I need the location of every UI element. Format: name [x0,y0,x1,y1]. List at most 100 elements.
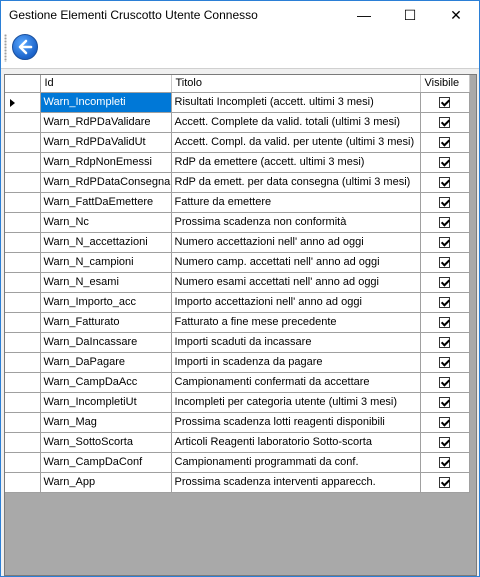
table-row[interactable]: Warn_CampDaAcc Campionamenti confermati d… [5,372,470,393]
cell-titolo[interactable]: Campionamenti confermati da accettare [171,372,421,393]
cell-titolo[interactable]: Fatture da emettere [171,192,421,213]
cell-titolo[interactable]: Numero esami accettati nell' anno ad ogg… [171,272,421,293]
table-row[interactable]: Warn_Nc Prossima scadenza non conformità [5,212,470,233]
column-header-titolo[interactable]: Titolo [171,75,421,93]
table-row[interactable]: Warn_Mag Prossima scadenza lotti reagenti… [5,412,470,433]
cell-id[interactable]: Warn_Mag [40,412,172,433]
cell-id[interactable]: Warn_SottoScorta [40,432,172,453]
visibile-checkbox[interactable] [439,236,450,248]
cell-titolo[interactable]: Importi in scadenza da pagare [171,352,421,373]
column-header-visibile[interactable]: Visibile [420,75,470,93]
cell-id[interactable]: Warn_DaPagare [40,352,172,373]
row-header[interactable] [5,372,41,393]
row-header[interactable] [5,472,41,493]
table-row[interactable]: Warn_RdpNonEmessi RdP da emettere (accett… [5,152,470,173]
row-header[interactable] [5,352,41,373]
visibile-checkbox[interactable] [439,396,450,408]
cell-id[interactable]: Warn_RdPDaValidare [40,112,172,133]
visibile-checkbox[interactable] [439,296,450,308]
visibile-checkbox[interactable] [439,176,450,188]
visibile-checkbox[interactable] [439,376,450,388]
cell-titolo[interactable]: Campionamenti programmati da conf. [171,452,421,473]
row-header[interactable] [5,132,41,153]
minimize-button[interactable]: — [341,1,387,29]
visibile-checkbox[interactable] [439,456,450,468]
table-row[interactable]: Warn_DaIncassare Importi scaduti da incas… [5,332,470,353]
table-row[interactable]: Warn_RdPDaValidare Accett. Complete da va… [5,112,470,133]
cell-titolo[interactable]: Prossima scadenza lotti reagenti disponi… [171,412,421,433]
cell-id[interactable]: Warn_N_accettazioni [40,232,172,253]
cell-titolo[interactable]: Numero camp. accettati nell' anno ad ogg… [171,252,421,273]
row-header[interactable] [5,152,41,173]
cell-id[interactable]: Warn_DaIncassare [40,332,172,353]
cell-id[interactable]: Warn_RdpNonEmessi [40,152,172,173]
column-header-id[interactable]: Id [40,75,172,93]
cell-titolo[interactable]: Incompleti per categoria utente (ultimi … [171,392,421,413]
row-header[interactable] [5,332,41,353]
visibile-checkbox[interactable] [439,156,450,168]
table-row[interactable]: Warn_N_esami Numero esami accettati nell'… [5,272,470,293]
row-header[interactable] [5,212,41,233]
cell-titolo[interactable]: Fatturato a fine mese precedente [171,312,421,333]
row-header[interactable] [5,412,41,433]
visibile-checkbox[interactable] [439,476,450,488]
table-row[interactable]: Warn_N_accettazioni Numero accettazioni n… [5,232,470,253]
cell-id[interactable]: Warn_RdPDataConsegna [40,172,172,193]
row-header[interactable] [5,292,41,313]
row-header[interactable] [5,312,41,333]
back-button[interactable] [12,34,38,60]
row-header[interactable] [5,432,41,453]
row-header[interactable] [5,452,41,473]
title-bar[interactable]: Gestione Elementi Cruscotto Utente Conne… [1,1,479,29]
row-header[interactable] [5,112,41,133]
cell-titolo[interactable]: Accett. Compl. da valid. per utente (ult… [171,132,421,153]
cell-id[interactable]: Warn_Nc [40,212,172,233]
visibile-checkbox[interactable] [439,116,450,128]
cell-id[interactable]: Warn_CampDaAcc [40,372,172,393]
cell-titolo[interactable]: RdP da emett. per data consegna (ultimi … [171,172,421,193]
cell-titolo[interactable]: Importi scaduti da incassare [171,332,421,353]
cell-id[interactable]: Warn_App [40,472,172,493]
row-header[interactable] [5,172,41,193]
cell-titolo[interactable]: Articoli Reagenti laboratorio Sotto-scor… [171,432,421,453]
table-row[interactable]: Warn_CampDaConf Campionamenti programmati… [5,452,470,473]
visibile-checkbox[interactable] [439,436,450,448]
visibile-checkbox[interactable] [439,356,450,368]
cell-titolo[interactable]: Risultati Incompleti (accett. ultimi 3 m… [171,92,421,113]
row-header[interactable] [5,92,41,113]
table-row[interactable]: Warn_Fatturato Fatturato a fine mese prec… [5,312,470,333]
table-row[interactable]: Warn_FattDaEmettere Fatture da emettere [5,192,470,213]
table-row[interactable]: Warn_SottoScorta Articoli Reagenti labora… [5,432,470,453]
cell-titolo[interactable]: Prossima scadenza interventi apparecch. [171,472,421,493]
cell-titolo[interactable]: RdP da emettere (accett. ultimi 3 mesi) [171,152,421,173]
visibile-checkbox[interactable] [439,256,450,268]
visibile-checkbox[interactable] [439,216,450,228]
table-row[interactable]: Warn_DaPagare Importi in scadenza da paga… [5,352,470,373]
row-header[interactable] [5,192,41,213]
table-row[interactable]: Warn_RdPDaValidUt Accett. Compl. da valid… [5,132,470,153]
row-header[interactable] [5,252,41,273]
cell-titolo[interactable]: Prossima scadenza non conformità [171,212,421,233]
table-row[interactable]: Warn_IncompletiUt Incompleti per categori… [5,392,470,413]
table-row[interactable]: Warn_RdPDataConsegna RdP da emett. per da… [5,172,470,193]
cell-id[interactable]: Warn_N_esami [40,272,172,293]
cell-titolo[interactable]: Accett. Complete da valid. totali (ultim… [171,112,421,133]
data-grid[interactable]: Id Titolo Visibile Warn_Incompleti Risult… [4,74,477,576]
maximize-button[interactable]: ☐ [387,1,433,29]
table-row[interactable]: Warn_Incompleti Risultati Incompleti (acc… [5,92,470,113]
visibile-checkbox[interactable] [439,416,450,428]
cell-id[interactable]: Warn_RdPDaValidUt [40,132,172,153]
row-header[interactable] [5,392,41,413]
cell-id[interactable]: Warn_Importo_acc [40,292,172,313]
cell-titolo[interactable]: Importo accettazioni nell' anno ad oggi [171,292,421,313]
cell-id[interactable]: Warn_N_campioni [40,252,172,273]
table-row[interactable]: Warn_N_campioni Numero camp. accettati ne… [5,252,470,273]
cell-id[interactable]: Warn_FattDaEmettere [40,192,172,213]
row-header[interactable] [5,232,41,253]
visibile-checkbox[interactable] [439,136,450,148]
cell-id[interactable]: Warn_Incompleti [40,92,172,113]
cell-id[interactable]: Warn_CampDaConf [40,452,172,473]
cell-titolo[interactable]: Numero accettazioni nell' anno ad oggi [171,232,421,253]
visibile-checkbox[interactable] [439,316,450,328]
toolbar-grip[interactable] [4,34,7,62]
